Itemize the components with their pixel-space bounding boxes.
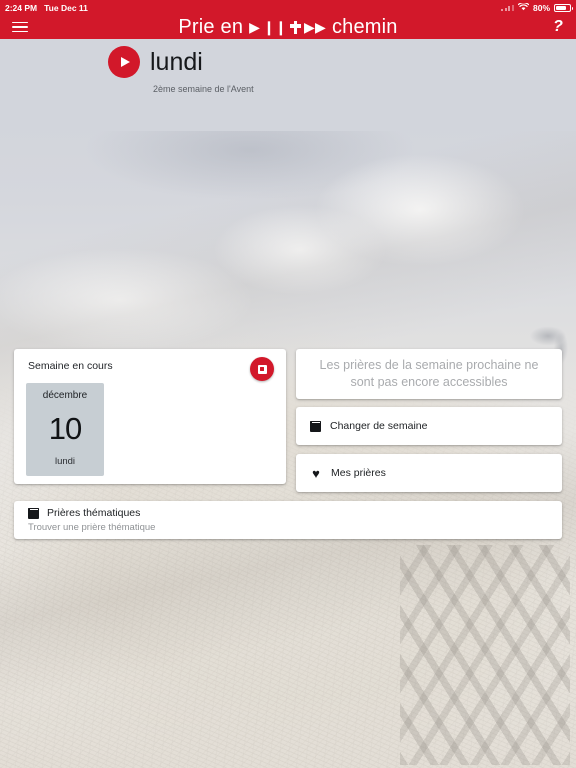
- brand-prefix: Prie en: [178, 15, 244, 38]
- wifi-icon: [517, 1, 530, 13]
- heart-icon: ♥: [312, 465, 320, 481]
- cellular-signal-icon: [501, 4, 514, 11]
- app-title: Prie en ▶ ❙❙ ▶▶ chemin: [0, 16, 576, 39]
- navigation-bar: Prie en ▶ ❙❙ ▶▶ chemin ?: [0, 15, 576, 39]
- brand-suffix: chemin: [331, 15, 398, 38]
- thematic-prayers-title: Prières thématiques: [47, 507, 141, 519]
- app-root: 2:24 PM Tue Dec 11 80% Prie en ▶ ❙❙ ▶▶ c…: [0, 0, 576, 768]
- status-bar-time: 2:24 PM: [5, 2, 38, 13]
- help-question-icon[interactable]: ?: [540, 15, 576, 39]
- my-prayers-label: Mes prières: [331, 467, 386, 479]
- my-prayers-button[interactable]: ♥ Mes prières: [296, 454, 562, 492]
- header-background-panel: [0, 39, 576, 131]
- next-week-notice-text: Les prières de la semaine prochaine ne s…: [319, 358, 539, 389]
- stop-square-icon[interactable]: [250, 357, 274, 381]
- calendar-icon: [28, 507, 39, 519]
- thematic-prayers-title-row: Prières thématiques: [28, 507, 548, 519]
- date-box[interactable]: décembre 10 lundi: [26, 383, 104, 476]
- page-title-row: lundi: [108, 46, 203, 78]
- status-bar: 2:24 PM Tue Dec 11 80%: [0, 0, 576, 15]
- status-bar-date: Tue Dec 11: [44, 2, 88, 13]
- status-bar-right: 80%: [501, 1, 573, 13]
- next-week-notice-card: Les prières de la semaine prochaine ne s…: [296, 349, 562, 399]
- play-icon: ▶: [249, 19, 261, 35]
- fast-forward-icon: ▶▶: [304, 19, 326, 35]
- current-week-heading: Semaine en cours: [28, 360, 113, 372]
- page-title: lundi: [150, 47, 203, 76]
- thematic-prayers-card[interactable]: Prières thématiques Trouver une prière t…: [14, 501, 562, 539]
- pause-icon: ❙❙: [263, 19, 287, 35]
- date-month: décembre: [42, 390, 88, 401]
- calendar-icon: [310, 420, 321, 432]
- battery-percent-label: 80%: [532, 2, 550, 13]
- battery-icon: [554, 3, 573, 12]
- status-bar-left: 2:24 PM Tue Dec 11: [5, 3, 88, 13]
- page-subtitle: 2ème semaine de l'Avent: [153, 84, 254, 94]
- change-week-button[interactable]: Changer de semaine: [296, 407, 562, 445]
- play-circle-icon[interactable]: [108, 46, 140, 78]
- change-week-label: Changer de semaine: [330, 420, 428, 432]
- date-day-number: 10: [48, 411, 82, 446]
- hamburger-menu-icon[interactable]: [0, 15, 40, 39]
- cross-icon: [290, 20, 301, 34]
- thematic-prayers-subtitle: Trouver une prière thématique: [28, 522, 156, 533]
- date-weekday: lundi: [54, 456, 76, 467]
- brand-glyph-group: ▶ ❙❙ ▶▶: [249, 20, 326, 34]
